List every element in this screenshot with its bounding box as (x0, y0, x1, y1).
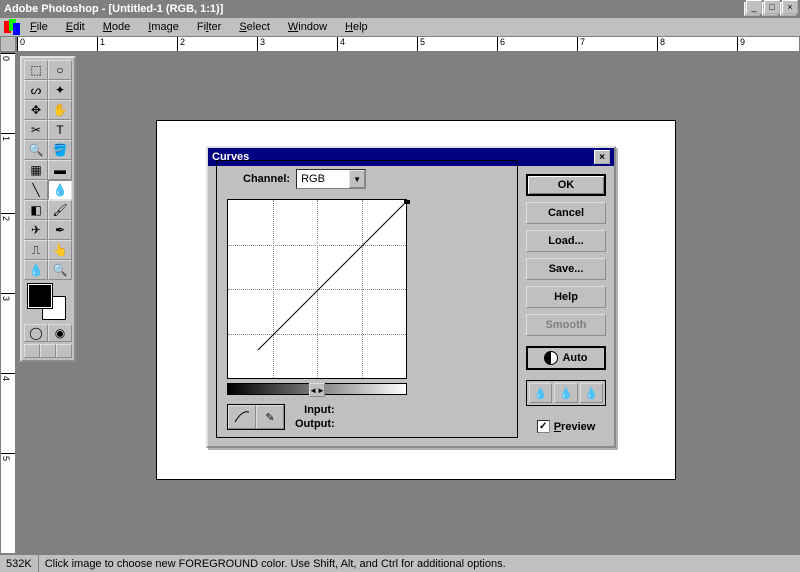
channel-value: RGB (301, 173, 325, 185)
move-tool[interactable]: ✥ (24, 100, 48, 120)
type-tool[interactable]: T (48, 120, 72, 140)
workspace: ⬚○ ᔕ✦ ✥✋ ✂T 🔍🪣 ▦▬ ╲💧 ◧🖌 ✈✒ ⎍👆 💧🔍 ◯◉ Curv… (16, 52, 800, 554)
app-title: Adobe Photoshop - [Untitled-1 (RGB, 1:1)… (4, 3, 744, 15)
mdi-maximize-button[interactable]: □ (764, 0, 780, 14)
output-label: Output: (295, 417, 335, 431)
eyedropper-gray[interactable]: 💧 (554, 383, 577, 403)
menu-help[interactable]: Help (337, 21, 376, 33)
load-button[interactable]: Load... (526, 230, 606, 252)
brush-tool[interactable]: 🖌 (48, 200, 72, 220)
titlebar: Adobe Photoshop - [Untitled-1 (RGB, 1:1)… (0, 0, 800, 18)
blur-tool[interactable]: 💧 (24, 260, 48, 280)
auto-button[interactable]: Auto (526, 346, 606, 370)
pencil-tool[interactable]: ╲ (24, 180, 48, 200)
cancel-button[interactable]: Cancel (526, 202, 606, 224)
eyedropper-white[interactable]: 💧 (580, 383, 603, 403)
crop-tool[interactable]: ✂ (24, 120, 48, 140)
curve-mode-spline[interactable] (228, 405, 256, 429)
menubar: File Edit Mode Image Filter Select Windo… (0, 18, 800, 36)
curve-line[interactable] (228, 200, 528, 350)
preview-label: Preview (554, 421, 596, 433)
stamp-tool[interactable]: ⎍ (24, 240, 48, 260)
dropdown-icon: ▼ (349, 170, 365, 188)
mdi-minimize-button[interactable]: _ (746, 0, 762, 14)
airbrush-tool[interactable]: ✈ (24, 220, 48, 240)
color-swatches (24, 282, 72, 322)
curve-grid[interactable] (227, 199, 407, 379)
line-tool[interactable]: ▬ (48, 160, 72, 180)
gradient-tool[interactable]: ▦ (24, 160, 48, 180)
hand-tool[interactable]: ✋ (48, 100, 72, 120)
marquee-tool[interactable]: ⬚ (24, 60, 48, 80)
gradient-bar[interactable]: ◄► (227, 383, 407, 395)
eyedropper-group: 💧 💧 💧 (526, 380, 606, 406)
eraser-tool[interactable]: ◧ (24, 200, 48, 220)
mdi-close-button[interactable]: × (782, 0, 798, 14)
channel-label: Channel: (243, 173, 290, 185)
input-label: Input: (295, 403, 335, 417)
preview-checkbox[interactable]: ✓ (537, 420, 550, 433)
help-button[interactable]: Help (526, 286, 606, 308)
menu-mode[interactable]: Mode (95, 21, 139, 33)
screen-mode-2[interactable] (40, 344, 56, 358)
menu-image[interactable]: Image (140, 21, 187, 33)
screen-mode-1[interactable] (24, 344, 40, 358)
smooth-button: Smooth (526, 314, 606, 336)
ruler-corner (0, 36, 16, 52)
channel-select[interactable]: RGB ▼ (296, 169, 366, 189)
paint-bucket-tool[interactable]: 🪣 (48, 140, 72, 160)
dialog-close-button[interactable]: × (594, 150, 610, 164)
app-icon (4, 19, 20, 35)
curves-dialog: Curves × Channel: RGB ▼ (206, 146, 616, 448)
menu-file[interactable]: File (22, 21, 56, 33)
menu-filter[interactable]: Filter (189, 21, 229, 33)
statusbar: 532K Click image to choose new FOREGROUN… (0, 554, 800, 572)
toolbox: ⬚○ ᔕ✦ ✥✋ ✂T 🔍🪣 ▦▬ ╲💧 ◧🖌 ✈✒ ⎍👆 💧🔍 ◯◉ (20, 56, 76, 362)
gradient-handle[interactable]: ◄► (309, 383, 325, 397)
auto-icon (544, 351, 558, 365)
ruler-horizontal: 0 1 2 3 4 5 6 7 8 9 (16, 36, 800, 52)
pen-tool[interactable]: ✒ (48, 220, 72, 240)
standard-mode[interactable]: ◯ (24, 324, 48, 342)
ellipse-marquee-tool[interactable]: ○ (48, 60, 72, 80)
menu-edit[interactable]: Edit (58, 21, 93, 33)
status-hint: Click image to choose new FOREGROUND col… (39, 555, 800, 572)
foreground-color[interactable] (28, 284, 52, 308)
ok-button[interactable]: OK (526, 174, 606, 196)
eyedropper-black[interactable]: 💧 (529, 383, 552, 403)
quickmask-mode[interactable]: ◉ (48, 324, 72, 342)
dodge-tool[interactable]: 🔍 (48, 260, 72, 280)
status-filesize: 532K (0, 555, 39, 572)
save-button[interactable]: Save... (526, 258, 606, 280)
smudge-tool[interactable]: 👆 (48, 240, 72, 260)
ruler-vertical: 0 1 2 3 4 5 (0, 52, 16, 554)
zoom-tool[interactable]: 🔍 (24, 140, 48, 160)
lasso-tool[interactable]: ᔕ (24, 80, 48, 100)
eyedropper-tool[interactable]: 💧 (48, 180, 72, 200)
menu-window[interactable]: Window (280, 21, 335, 33)
menu-select[interactable]: Select (231, 21, 278, 33)
curve-mode-pencil[interactable]: ✎ (256, 405, 284, 429)
screen-mode-3[interactable] (56, 344, 72, 358)
magic-wand-tool[interactable]: ✦ (48, 80, 72, 100)
